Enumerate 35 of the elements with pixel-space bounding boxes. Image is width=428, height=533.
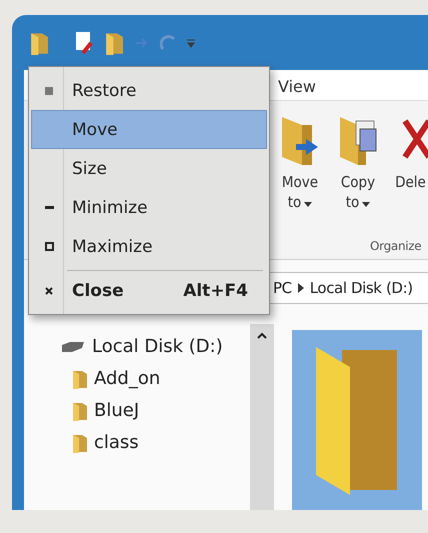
chevron-icon [298, 283, 304, 293]
folder-tile[interactable] [292, 330, 422, 510]
breadcrumb[interactable]: Local Disk (D:) [310, 279, 413, 297]
scrollbar[interactable] [250, 324, 274, 510]
minimize-icon [44, 206, 54, 209]
ribbon-button[interactable]: Copy to [332, 113, 384, 239]
nav-item[interactable]: Add_on [60, 368, 250, 389]
close-icon [45, 286, 53, 294]
ribbon-button[interactable]: Dele [390, 113, 428, 239]
folder-icon [72, 368, 88, 388]
customize-icon[interactable] [186, 38, 196, 48]
menu-item[interactable]: Maximize [31, 227, 267, 266]
menu-item[interactable]: Restore [31, 71, 267, 110]
redo-icon[interactable] [160, 34, 176, 50]
restore-icon [45, 86, 53, 94]
properties-icon[interactable] [75, 30, 96, 54]
menu-item[interactable]: Close Alt+F4 [31, 271, 267, 310]
ribbon-button[interactable]: Move to [274, 113, 326, 239]
new-folder-icon [105, 30, 124, 54]
menu-item[interactable]: Minimize [31, 188, 267, 227]
nav-item[interactable]: Local Disk (D:) [60, 336, 250, 357]
menu-item[interactable]: Size [31, 149, 267, 188]
folder-icon [72, 400, 88, 420]
ribbon-tab[interactable]: View [272, 77, 322, 100]
folder-icon [30, 30, 50, 54]
folder-icon [72, 432, 88, 452]
breadcrumb[interactable]: PC [273, 279, 292, 297]
menu-item[interactable]: Move [31, 110, 267, 149]
maximize-icon [44, 242, 54, 251]
caret-icon [304, 202, 312, 206]
nav-item[interactable]: BlueJ [60, 400, 250, 421]
caret-icon [362, 202, 370, 206]
nav-item[interactable]: class [60, 432, 250, 453]
drive-icon [60, 340, 86, 352]
group-label: Organize [370, 239, 422, 255]
